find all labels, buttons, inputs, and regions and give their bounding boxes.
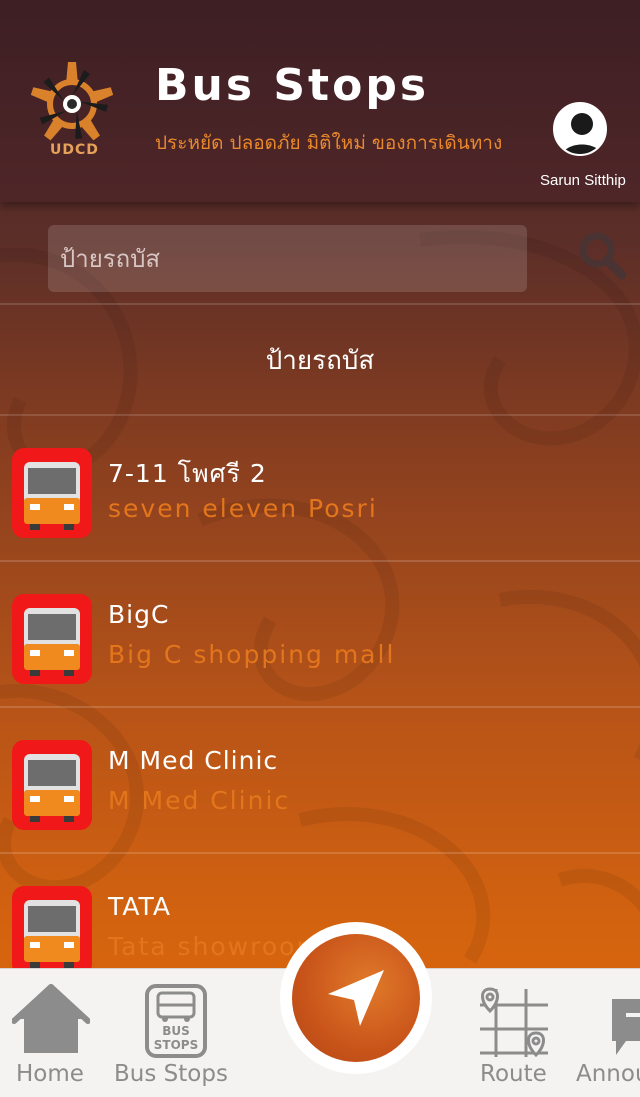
tab-home-label: Home — [16, 1061, 84, 1087]
tab-bus-stops[interactable]: BUS STOPS Bus Stops — [108, 969, 248, 1097]
user-name: Sarun Sitthip — [540, 172, 626, 189]
person-silhouette-icon — [562, 113, 602, 154]
search-input[interactable] — [48, 225, 527, 292]
stop-description: M Med Clinic — [108, 786, 291, 815]
bus-stops-icon-text: BUS — [162, 1024, 190, 1038]
tab-route[interactable]: Route — [468, 969, 564, 1097]
tab-announce-label: Announce — [576, 1061, 640, 1087]
stop-description: Big C shopping mall — [108, 640, 396, 669]
bus-icon — [12, 448, 92, 538]
stop-name: TATA — [108, 892, 171, 921]
navigate-button[interactable] — [280, 922, 432, 1074]
page-subtitle: ประหยัด ปลอดภัย มิติใหม่ ของการเดินทาง — [155, 132, 503, 154]
stop-name: BigC — [108, 600, 170, 629]
page-title: Bus Stops — [155, 60, 430, 111]
bus-icon — [12, 886, 92, 976]
tab-announce[interactable]: Announce — [572, 969, 640, 1097]
app-header: UDCD Bus Stops ประหยัด ปลอดภัย มิติใหม่ … — [0, 0, 640, 202]
user-avatar-icon[interactable] — [553, 102, 607, 156]
stop-description: seven eleven Posri — [108, 494, 378, 523]
logo-text: UDCD — [50, 142, 99, 158]
tab-route-label: Route — [480, 1061, 547, 1087]
bus-stops-icon-text: STOPS — [154, 1038, 198, 1052]
announce-icon — [612, 999, 640, 1055]
stop-name: M Med Clinic — [108, 746, 279, 775]
divider — [0, 303, 640, 305]
bus-icon — [12, 740, 92, 830]
route-map-icon — [480, 987, 548, 1058]
navigate-button-inner — [292, 934, 420, 1062]
list-item[interactable]: BigC Big C shopping mall — [0, 562, 640, 708]
navigation-arrow-icon — [328, 970, 384, 1026]
stop-name: 7-11 โพศรี 2 — [108, 459, 267, 488]
list-item[interactable]: M Med Clinic M Med Clinic — [0, 708, 640, 854]
home-icon — [12, 984, 90, 1053]
section-title: ป้ายรถบัส — [265, 346, 375, 376]
stop-description: Tata showroom — [108, 932, 323, 961]
search-icon[interactable] — [576, 229, 628, 281]
tab-bus-stops-label: Bus Stops — [114, 1061, 228, 1087]
tab-home[interactable]: Home — [0, 969, 106, 1097]
bus-icon — [12, 594, 92, 684]
bus-stops-icon: BUS STOPS — [145, 984, 207, 1058]
list-item[interactable]: 7-11 โพศรี 2 seven eleven Posri — [0, 416, 640, 562]
